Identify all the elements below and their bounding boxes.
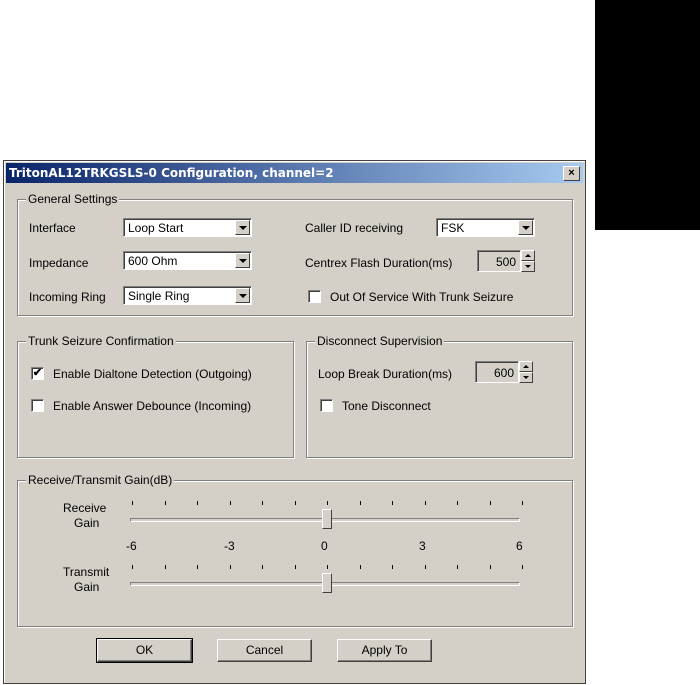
cancel-button[interactable]: Cancel [217, 639, 312, 662]
slider-tick [262, 501, 263, 505]
chevron-down-icon[interactable] [235, 253, 250, 268]
incoming-ring-value: Single Ring [128, 289, 190, 303]
slider-thumb[interactable] [322, 573, 332, 593]
transmit-gain-label-line1: Transmit [63, 565, 110, 579]
caller-id-label: Caller ID receiving [305, 221, 404, 235]
spin-down-icon[interactable] [521, 261, 535, 272]
slider-tick [457, 565, 458, 569]
impedance-label: Impedance [29, 256, 89, 270]
spin-up-icon[interactable] [521, 250, 535, 261]
apply-to-button[interactable]: Apply To [337, 639, 432, 662]
slider-tick [327, 501, 328, 505]
receive-gain-label-line1: Receive [63, 501, 107, 515]
slider-tick [522, 501, 523, 505]
slider-tick [457, 501, 458, 505]
receive-gain-slider[interactable] [130, 501, 523, 531]
slider-tick [425, 565, 426, 569]
caller-id-value: FSK [441, 221, 465, 235]
incoming-ring-label: Incoming Ring [29, 290, 106, 304]
slider-tick [295, 565, 296, 569]
slider-tick [197, 565, 198, 569]
loop-break-field[interactable]: 600 [475, 361, 519, 383]
configuration-dialog: TritonAL12TRKGSLS-0 Configuration, chann… [3, 160, 586, 684]
general-settings-legend: General Settings [26, 192, 120, 206]
receive-gain-label-line2: Gain [74, 516, 100, 530]
slider-tick [262, 565, 263, 569]
gain-scale-label: -6 [126, 539, 137, 553]
gain-scale-label: 3 [419, 539, 426, 553]
interface-value: Loop Start [128, 221, 184, 235]
transmit-gain-label-line2: Gain [74, 580, 100, 594]
slider-tick [132, 501, 133, 505]
slider-tick [230, 501, 231, 505]
flash-duration-field[interactable]: 500 [477, 250, 521, 272]
tone-disconnect-label: Tone Disconnect [342, 399, 431, 413]
gain-group: Receive/Transmit Gain(dB) Receive Gain -… [17, 473, 573, 627]
interface-label: Interface [29, 221, 76, 235]
chevron-down-icon[interactable] [235, 288, 250, 303]
slider-tick [490, 565, 491, 569]
dialog-title: TritonAL12TRKGSLS-0 Configuration, chann… [9, 166, 334, 180]
slider-tick [392, 501, 393, 505]
slider-tick [522, 565, 523, 569]
flash-duration-spinner[interactable]: 500 [477, 250, 537, 272]
close-button[interactable]: × [563, 166, 580, 181]
general-settings-group: General Settings Interface Loop Start Im… [17, 192, 573, 316]
slider-tick [425, 501, 426, 505]
dialtone-detection-checkbox[interactable]: ✔ [31, 367, 44, 380]
slider-tick [230, 565, 231, 569]
answer-debounce-checkbox[interactable] [31, 399, 44, 412]
slider-tick [360, 501, 361, 505]
slider-tick [165, 501, 166, 505]
trunk-seizure-group: Trunk Seizure Confirmation ✔ Enable Dial… [17, 334, 294, 458]
slider-tick [197, 501, 198, 505]
slider-tick [490, 501, 491, 505]
slider-thumb[interactable] [322, 509, 332, 529]
gain-scale-label: 0 [321, 539, 328, 553]
dialtone-check: ✔ [32, 367, 43, 379]
loop-break-spinner[interactable]: 600 [475, 361, 535, 383]
gain-legend: Receive/Transmit Gain(dB) [26, 473, 175, 487]
slider-tick [392, 565, 393, 569]
trunk-seizure-legend: Trunk Seizure Confirmation [26, 334, 176, 348]
loop-break-label: Loop Break Duration(ms) [318, 367, 453, 381]
gain-scale-label: -3 [224, 539, 235, 553]
incoming-ring-select[interactable]: Single Ring [123, 286, 252, 305]
slider-tick [165, 565, 166, 569]
tone-disconnect-checkbox[interactable] [320, 399, 333, 412]
caller-id-select[interactable]: FSK [436, 218, 535, 237]
slider-tick [360, 565, 361, 569]
flash-duration-value: 500 [495, 255, 516, 269]
gain-scale: -6 -3 0 3 6 [126, 539, 523, 555]
loop-break-value: 600 [493, 366, 514, 380]
ok-button[interactable]: OK [96, 638, 193, 663]
black-background-block [595, 0, 700, 230]
disconnect-supervision-legend: Disconnect Supervision [315, 334, 445, 348]
transmit-gain-slider[interactable] [130, 565, 523, 595]
disconnect-supervision-group: Disconnect Supervision Loop Break Durati… [306, 334, 573, 458]
out-of-service-checkbox[interactable] [308, 290, 321, 303]
chevron-down-icon[interactable] [518, 220, 533, 235]
chevron-down-icon[interactable] [235, 220, 250, 235]
out-of-service-label: Out Of Service With Trunk Seizure [330, 290, 514, 304]
slider-tick [327, 565, 328, 569]
slider-tick [132, 565, 133, 569]
flash-duration-label: Centrex Flash Duration(ms) [305, 256, 453, 270]
dialtone-detection-label: Enable Dialtone Detection (Outgoing) [53, 367, 252, 381]
title-bar[interactable]: TritonAL12TRKGSLS-0 Configuration, chann… [6, 163, 583, 183]
spin-down-icon[interactable] [519, 372, 533, 383]
answer-debounce-label: Enable Answer Debounce (Incoming) [53, 399, 252, 413]
interface-select[interactable]: Loop Start [123, 218, 252, 237]
impedance-value: 600 Ohm [128, 254, 178, 268]
impedance-select[interactable]: 600 Ohm [123, 251, 252, 270]
spin-up-icon[interactable] [519, 361, 533, 372]
slider-tick [295, 501, 296, 505]
gain-scale-label: 6 [516, 539, 523, 553]
close-icon: × [568, 167, 575, 179]
